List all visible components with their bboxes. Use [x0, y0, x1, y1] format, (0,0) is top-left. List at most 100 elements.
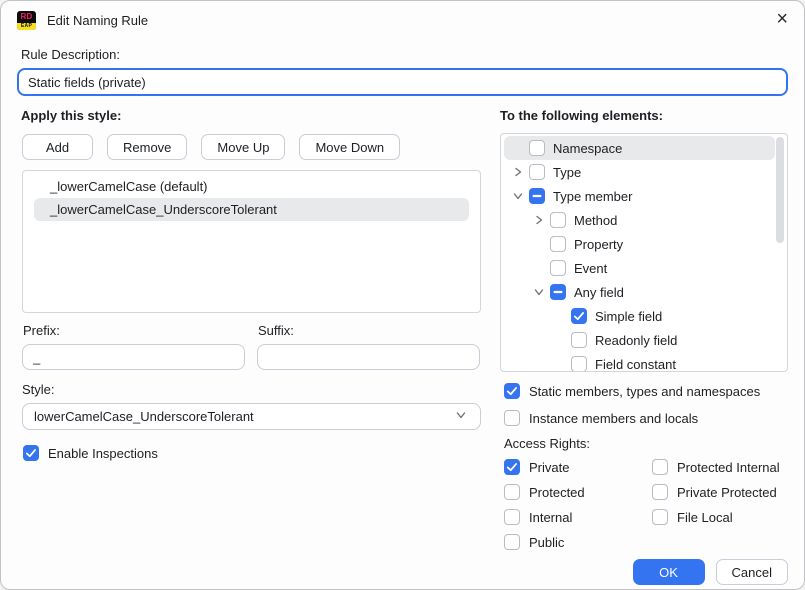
expander-spacer — [507, 140, 529, 156]
instance-members-and-locals-row[interactable]: Instance members and locals — [504, 410, 788, 426]
tree-node-type[interactable]: Type — [501, 160, 787, 184]
checkbox-unchecked[interactable] — [652, 484, 668, 500]
checkbox-unchecked[interactable] — [504, 509, 520, 525]
titlebar: RD EAP Edit Naming Rule × — [1, 1, 804, 39]
scope-option-label: Static members, types and namespaces — [529, 384, 760, 399]
app-icon-rd-text: RD — [17, 11, 36, 23]
prefix-input[interactable] — [22, 344, 245, 370]
checkbox-checked[interactable] — [504, 459, 520, 475]
style-list: _lowerCamelCase (default)_lowerCamelCase… — [22, 170, 481, 313]
expander-spacer — [528, 260, 550, 276]
dialog-title: Edit Naming Rule — [47, 13, 148, 28]
tree-node-any-field[interactable]: Any field — [501, 280, 787, 304]
checkbox-unchecked[interactable] — [550, 236, 566, 252]
chevron-right-icon[interactable] — [507, 164, 529, 180]
scope-options: Static members, types and namespaces Inst… — [500, 383, 788, 426]
access-option-label: Private — [529, 460, 569, 475]
chevron-right-icon[interactable] — [528, 212, 550, 228]
close-icon[interactable]: × — [776, 8, 788, 30]
tree-node-event[interactable]: Event — [501, 256, 787, 280]
dialog-content: Rule Description: Apply this style: Add R… — [1, 47, 804, 585]
tree-node-property[interactable]: Property — [501, 232, 787, 256]
remove-button[interactable]: Remove — [107, 134, 187, 160]
checkbox-checked[interactable] — [23, 445, 39, 461]
style-label: Style: — [22, 382, 481, 397]
cancel-button[interactable]: Cancel — [716, 559, 788, 585]
tree-node-label: Simple field — [595, 309, 662, 324]
rider-eap-app-icon: RD EAP — [17, 11, 36, 30]
tree-node-method[interactable]: Method — [501, 208, 787, 232]
checkbox-unchecked[interactable] — [571, 332, 587, 348]
elements-tree-label: To the following elements: — [500, 108, 788, 123]
access-option-label: Private Protected — [677, 485, 777, 500]
checkbox-unchecked[interactable] — [571, 356, 587, 372]
access-option-label: Public — [529, 535, 564, 550]
checkbox-checked[interactable] — [571, 308, 587, 324]
access-option-label: Protected — [529, 485, 585, 500]
chevron-down-icon[interactable] — [507, 188, 529, 204]
tree-node-field-constant[interactable]: Field constant — [501, 352, 787, 372]
style-select[interactable]: lowerCamelCase_UnderscoreTolerant — [22, 403, 481, 430]
ok-button[interactable]: OK — [633, 559, 705, 585]
enable-inspections-row[interactable]: Enable Inspections — [23, 445, 481, 461]
chevron-down-icon[interactable] — [528, 284, 550, 300]
access-private-row[interactable]: Private — [504, 459, 652, 475]
access-file-local-row[interactable]: File Local — [652, 509, 788, 525]
access-public-row[interactable]: Public — [504, 534, 652, 550]
tree-node-namespace[interactable]: Namespace — [504, 136, 775, 160]
tree-node-readonly-field[interactable]: Readonly field — [501, 328, 787, 352]
access-private-protected-row[interactable]: Private Protected — [652, 484, 788, 500]
tree-node-label: Any field — [574, 285, 624, 300]
add-button[interactable]: Add — [22, 134, 93, 160]
access-rights-grid: Private Protected Internal Protected Privat… — [504, 459, 788, 550]
tree-node-label: Type — [553, 165, 581, 180]
main-columns: Apply this style: Add Remove Move Up Move D… — [17, 96, 788, 585]
apply-style-label: Apply this style: — [21, 108, 481, 123]
rule-description-input[interactable] — [17, 68, 788, 96]
checkbox-unchecked[interactable] — [504, 534, 520, 550]
scrollbar-thumb[interactable] — [776, 137, 784, 243]
access-internal-row[interactable]: Internal — [504, 509, 652, 525]
apply-style-section: Apply this style: Add Remove Move Up Move D… — [17, 96, 481, 461]
tree-node-simple-field[interactable]: Simple field — [501, 304, 787, 328]
access-protected-row[interactable]: Protected — [504, 484, 652, 500]
style-list-item[interactable]: _lowerCamelCase (default) — [34, 175, 469, 198]
elements-tree: Namespace Type Type memberMethodPropertyEv… — [500, 133, 788, 372]
expander-spacer — [549, 356, 571, 372]
style-list-item[interactable]: _lowerCamelCase_UnderscoreTolerant — [34, 198, 469, 221]
checkbox-indeterminate[interactable] — [550, 284, 566, 300]
rule-description-label: Rule Description: — [21, 47, 788, 62]
access-protected-internal-row[interactable]: Protected Internal — [652, 459, 788, 475]
static-members-types-and-namespaces-row[interactable]: Static members, types and namespaces — [504, 383, 788, 399]
suffix-input[interactable] — [257, 344, 480, 370]
suffix-field: Suffix: — [257, 313, 480, 370]
checkbox-unchecked[interactable] — [504, 484, 520, 500]
tree-node-label: Readonly field — [595, 333, 677, 348]
move-up-button[interactable]: Move Up — [201, 134, 285, 160]
expander-spacer — [549, 332, 571, 348]
access-option-label: Protected Internal — [677, 460, 780, 475]
tree-node-label: Namespace — [553, 141, 622, 156]
edit-naming-rule-dialog: RD EAP Edit Naming Rule × Rule Descripti… — [0, 0, 805, 590]
style-list-toolbar: Add Remove Move Up Move Down — [22, 134, 481, 160]
move-down-button[interactable]: Move Down — [299, 134, 400, 160]
access-option-label: Internal — [529, 510, 572, 525]
checkbox-unchecked[interactable] — [529, 140, 545, 156]
checkbox-unchecked[interactable] — [652, 459, 668, 475]
checkbox-unchecked[interactable] — [652, 509, 668, 525]
app-icon-eap-text: EAP — [17, 23, 36, 30]
enable-inspections-label: Enable Inspections — [48, 446, 158, 461]
suffix-label: Suffix: — [258, 323, 480, 338]
checkbox-unchecked[interactable] — [529, 164, 545, 180]
checkbox-checked[interactable] — [504, 383, 520, 399]
dialog-footer: OK Cancel — [500, 559, 788, 585]
tree-node-label: Field constant — [595, 357, 676, 372]
tree-node-type-member[interactable]: Type member — [501, 184, 787, 208]
checkbox-unchecked[interactable] — [550, 260, 566, 276]
checkbox-unchecked[interactable] — [550, 212, 566, 228]
checkbox-unchecked[interactable] — [504, 410, 520, 426]
elements-section: To the following elements: Namespace Type… — [500, 96, 788, 585]
prefix-field: Prefix: — [22, 313, 245, 370]
checkbox-indeterminate[interactable] — [529, 188, 545, 204]
expander-spacer — [549, 308, 571, 324]
